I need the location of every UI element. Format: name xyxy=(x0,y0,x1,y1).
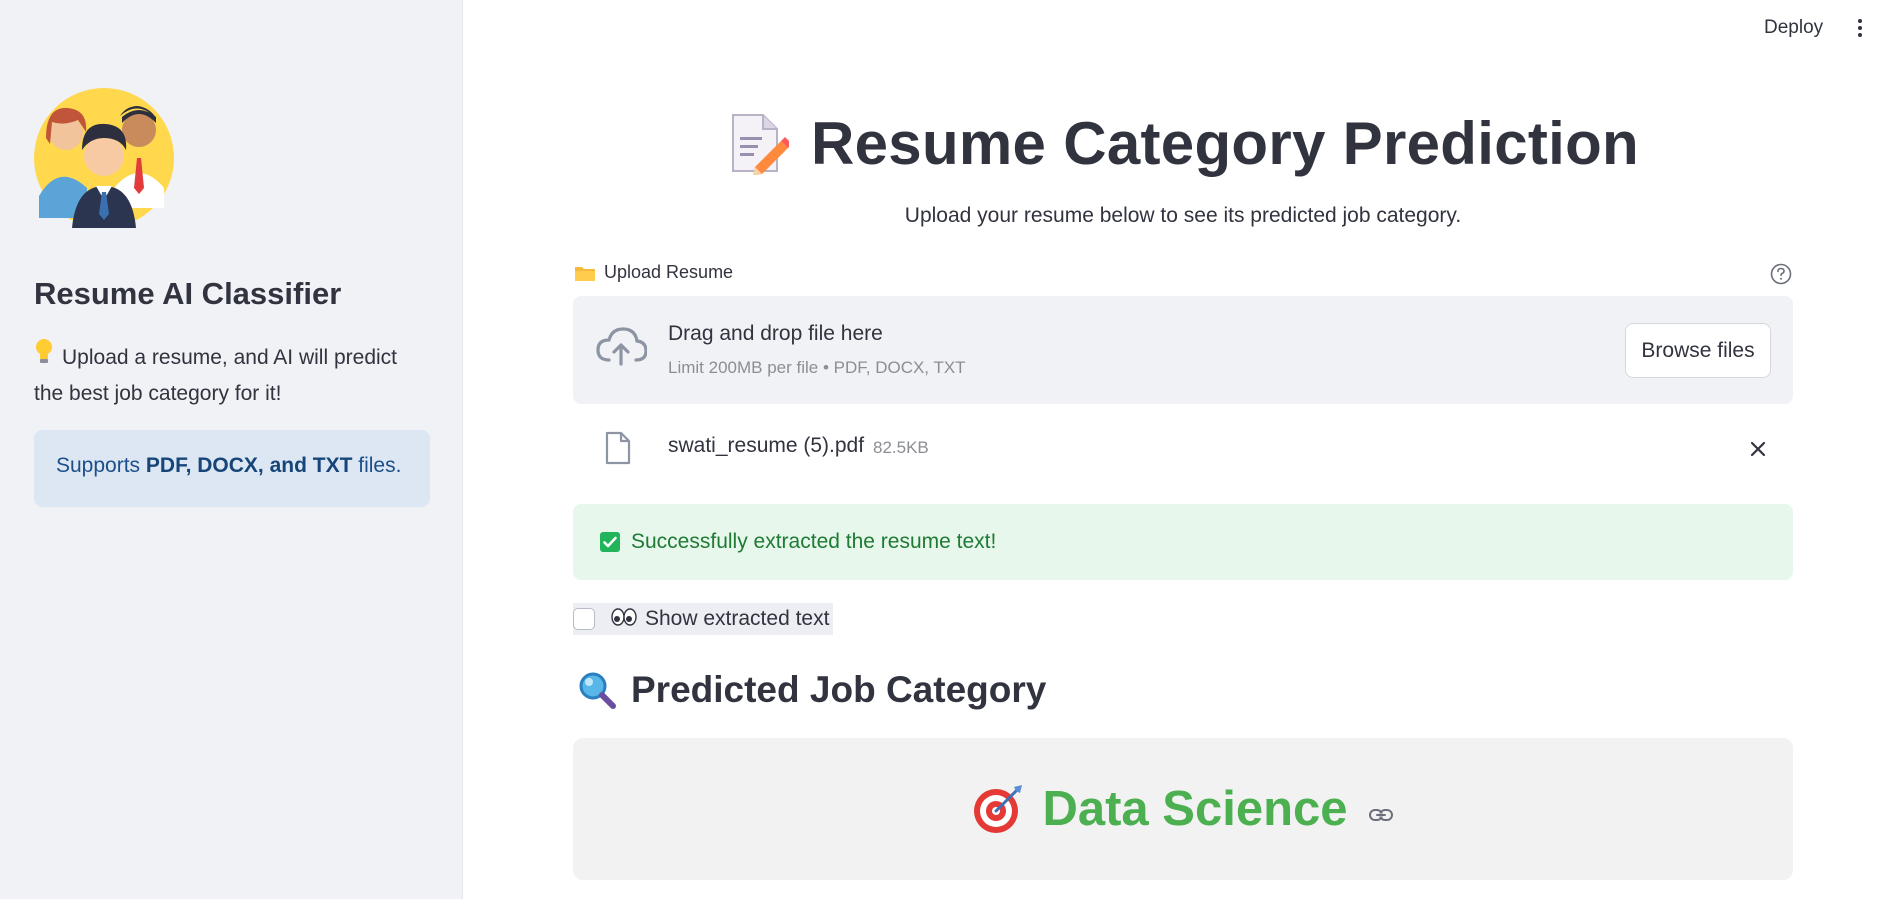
kebab-menu-icon[interactable] xyxy=(1850,16,1870,42)
prediction-heading-text: Predicted Job Category xyxy=(631,669,1047,710)
cloud-upload-icon xyxy=(596,327,647,366)
prediction-heading: Predicted Job Category xyxy=(577,665,1046,715)
uploaded-file-name: swati_resume (5).pdf xyxy=(668,434,865,457)
uploaded-file-size: 82.5KB xyxy=(873,438,929,457)
anchor-link-icon[interactable] xyxy=(1368,807,1394,823)
lightbulb-icon xyxy=(34,338,56,376)
file-icon xyxy=(605,431,631,465)
app-root: Resume AI Classifier Upload a resume, an… xyxy=(0,0,1891,899)
show-extracted-text-label: Show extracted text xyxy=(645,607,830,630)
magnifying-glass-icon xyxy=(579,672,616,709)
checkbox-box[interactable] xyxy=(573,608,595,630)
sidebar-description-text: Upload a resume, and AI will predict the… xyxy=(34,346,398,405)
page-title: Resume Category Prediction xyxy=(810,109,1640,177)
success-alert: Successfully extracted the resume text! xyxy=(573,504,1793,580)
prediction-result-row: Data Science xyxy=(573,776,1793,842)
sidebar-title: Resume AI Classifier xyxy=(34,276,342,311)
sidebar-description: Upload a resume, and AI will predict the… xyxy=(34,338,414,412)
info-prefix: Supports xyxy=(56,454,146,477)
help-circle-icon[interactable] xyxy=(1770,263,1792,285)
deploy-button[interactable]: Deploy xyxy=(1764,17,1823,39)
info-formats: PDF, DOCX, and TXT xyxy=(145,454,353,477)
uploader-label-text: Upload Resume xyxy=(604,262,734,282)
direct-hit-target-icon xyxy=(974,785,1023,833)
uploaded-file-row: swati_resume (5).pdf 82.5KB xyxy=(573,420,1793,482)
team-avatar-illustration xyxy=(34,88,174,228)
dropzone-instructions: Drag and drop file here xyxy=(668,322,883,345)
file-dropzone[interactable]: Drag and drop file here Limit 200MB per … xyxy=(573,296,1793,404)
remove-file-close-icon[interactable] xyxy=(1747,438,1769,460)
uploader-label: Upload Resume xyxy=(574,262,733,283)
show-extracted-text-checkbox[interactable]: Show extracted text xyxy=(573,603,834,635)
supported-formats-info: Supports PDF, DOCX, and TXT files. xyxy=(34,430,430,507)
eyes-icon xyxy=(611,607,637,631)
info-suffix: files. xyxy=(352,454,402,477)
page-subtitle: Upload your resume below to see its pred… xyxy=(904,204,1462,227)
page-header: Resume Category Prediction xyxy=(573,100,1793,186)
dropzone-limit: Limit 200MB per file • PDF, DOCX, TXT xyxy=(668,358,966,377)
prediction-result-card: Data Science xyxy=(573,738,1793,880)
memo-pencil-icon xyxy=(731,114,789,175)
folder-icon xyxy=(575,266,595,281)
check-box-icon xyxy=(600,532,620,552)
predicted-category: Data Science xyxy=(1042,782,1348,836)
success-message: Successfully extracted the resume text! xyxy=(631,530,997,553)
browse-files-button[interactable]: Browse files xyxy=(1625,323,1771,378)
sidebar: Resume AI Classifier Upload a resume, an… xyxy=(0,0,463,899)
